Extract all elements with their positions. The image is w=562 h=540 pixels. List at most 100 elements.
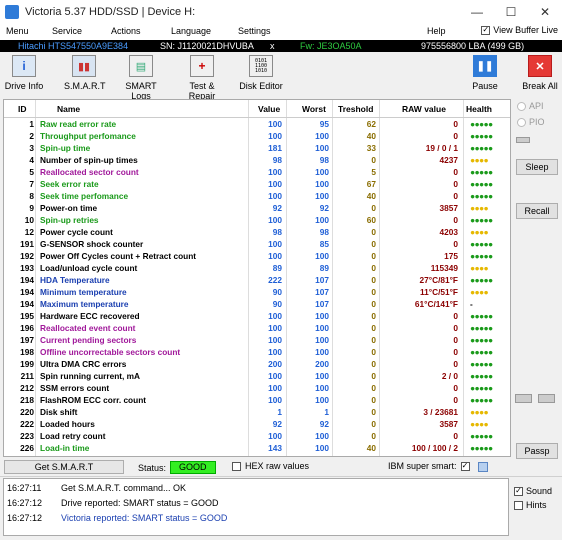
- attr-raw-value: 3857: [439, 203, 458, 213]
- attr-value: 89: [272, 263, 282, 273]
- close-icon[interactable]: ✕: [528, 0, 562, 24]
- hex-raw-toggle[interactable]: HEX raw values: [232, 461, 309, 471]
- table-row[interactable]: 212 SSM errors count 100 100 0 0 ●●●●●: [4, 382, 510, 394]
- table-row[interactable]: 194 Minimum temperature 90 107 0 11°C/51°F ●●●…: [4, 286, 510, 298]
- sleep-button[interactable]: Sleep: [516, 159, 558, 175]
- pause-label: Pause: [472, 81, 498, 91]
- attr-name: Raw read error rate: [40, 119, 117, 129]
- attr-id: 5: [29, 167, 34, 177]
- get-smart-button[interactable]: Get S.M.A.R.T: [4, 460, 124, 474]
- table-body: 1 Raw read error rate 100 95 62 0 ●●●●● 2 Throug…: [4, 118, 510, 454]
- checkbox-icon[interactable]: ✓: [514, 486, 523, 496]
- table-row[interactable]: 195 Hardware ECC recovered 100 100 0 0 ●●●●●: [4, 310, 510, 322]
- attr-id: 7: [29, 179, 34, 189]
- table-row[interactable]: 5 Reallocated sector count 100 100 5 0 ●●●●●: [4, 166, 510, 178]
- table-row[interactable]: 193 Load/unload cycle count 89 89 0 115349 ●●●…: [4, 262, 510, 274]
- attr-raw-value: 4237: [439, 155, 458, 165]
- pause-button[interactable]: ❚❚ Pause: [470, 55, 500, 95]
- menu-item-language[interactable]: Language: [171, 26, 211, 36]
- api-radio[interactable]: API: [517, 101, 544, 111]
- table-row[interactable]: 198 Offline uncorrectable sectors count 10…: [4, 346, 510, 358]
- header-raw[interactable]: RAW value: [402, 104, 446, 114]
- attr-id: 218: [20, 395, 34, 405]
- table-row[interactable]: 196 Reallocated event count 100 100 0 0 ●●●●●: [4, 322, 510, 334]
- table-row[interactable]: 9 Power-on time 92 92 0 3857 ●●●●: [4, 202, 510, 214]
- drive-info-button[interactable]: i Drive Info: [2, 55, 46, 95]
- smart-logs-button[interactable]: ▤ SMART Logs: [115, 55, 167, 101]
- table-row[interactable]: 10 Spin-up retries 100 100 60 0 ●●●●●: [4, 214, 510, 226]
- table-row[interactable]: 218 FlashROM ECC corr. count 100 100 0 0 ●●●●●: [4, 394, 510, 406]
- table-row[interactable]: 194 HDA Temperature 222 107 0 27°C/81°F ●●●●●: [4, 274, 510, 286]
- table-row[interactable]: 8 Seek time perfomance 100 100 40 0 ●●●●●: [4, 190, 510, 202]
- table-row[interactable]: 12 Power cycle count 98 98 0 4203 ●●●●: [4, 226, 510, 238]
- header-health[interactable]: Health: [466, 104, 492, 114]
- table-row[interactable]: 3 Spin-up time 181 100 33 19 / 0 / 1 ●●●●●: [4, 142, 510, 154]
- radio-icon[interactable]: [517, 117, 526, 127]
- header-id[interactable]: ID: [18, 104, 27, 114]
- pio-label: PIO: [529, 117, 545, 127]
- test-repair-button[interactable]: + Test & Repair: [175, 55, 229, 101]
- attr-id: 8: [29, 191, 34, 201]
- log-panel[interactable]: 16:27:11 Get S.M.A.R.T. command... OK 16…: [3, 478, 509, 536]
- header-name[interactable]: Name: [57, 104, 80, 114]
- menu-item-actions[interactable]: Actions: [111, 26, 141, 36]
- pio-radio[interactable]: PIO: [517, 117, 545, 127]
- disk-editor-button[interactable]: 0101 1100 1010 Disk Editor: [238, 55, 284, 95]
- header-threshold[interactable]: Treshold: [338, 104, 373, 114]
- table-row[interactable]: 220 Disk shift 1 1 0 3 / 23681 ●●●●: [4, 406, 510, 418]
- checkbox-icon[interactable]: ✓: [460, 461, 470, 471]
- header-value[interactable]: Value: [258, 104, 280, 114]
- table-row[interactable]: 191 G-SENSOR shock counter 100 85 0 0 ●●●●●: [4, 238, 510, 250]
- minimize-icon[interactable]: —: [460, 0, 494, 24]
- color-swatch-icon[interactable]: [478, 462, 488, 472]
- log-message: Victoria reported: SMART status = GOOD: [61, 513, 228, 523]
- options-panel: ✓ Sound Hints: [514, 484, 552, 512]
- table-row[interactable]: 192 Power Off Cycles count + Retract coun…: [4, 250, 510, 262]
- view-buffer-live-toggle[interactable]: ✓ View Buffer Live: [481, 25, 558, 35]
- passp-button[interactable]: Passp: [516, 443, 558, 459]
- table-row[interactable]: 194 Maximum temperature 90 107 0 61°C/141°F -: [4, 298, 510, 310]
- device-capacity: 975556800 LBA (499 GB): [421, 41, 525, 51]
- attr-threshold: 0: [371, 431, 376, 441]
- device-close-button[interactable]: x: [270, 40, 275, 52]
- table-row[interactable]: 222 Loaded hours 92 92 0 3587 ●●●●: [4, 418, 510, 430]
- break-all-button[interactable]: ✕ Break All: [520, 55, 560, 95]
- table-row[interactable]: 1 Raw read error rate 100 95 62 0 ●●●●●: [4, 118, 510, 130]
- table-row[interactable]: 4 Number of spin-up times 98 98 0 4237 ●●●●: [4, 154, 510, 166]
- attr-health: ●●●●: [470, 203, 489, 213]
- menu-item-help[interactable]: Help: [427, 26, 446, 36]
- table-row[interactable]: 7 Seek error rate 100 100 67 0 ●●●●●: [4, 178, 510, 190]
- attr-value: 181: [268, 143, 282, 153]
- menu-item-settings[interactable]: Settings: [238, 26, 271, 36]
- small-button-right[interactable]: [538, 394, 555, 403]
- checkbox-icon[interactable]: [514, 500, 523, 510]
- hints-toggle[interactable]: Hints: [514, 498, 552, 512]
- table-row[interactable]: 199 Ultra DMA CRC errors 200 200 0 0 ●●●●●: [4, 358, 510, 370]
- attr-raw-value: 11°C/51°F: [419, 287, 458, 297]
- attr-id: 2: [29, 131, 34, 141]
- checkbox-icon[interactable]: ✓: [481, 25, 491, 35]
- maximize-icon[interactable]: ☐: [494, 0, 528, 24]
- table-row[interactable]: 226 Load-in time 143 100 40 100 / 100 / 2 ●●●●…: [4, 442, 510, 454]
- attr-threshold: 67: [366, 179, 376, 189]
- attr-id: 212: [20, 383, 34, 393]
- recall-button[interactable]: Recall: [516, 203, 558, 219]
- attr-threshold: 0: [371, 359, 376, 369]
- table-row[interactable]: 223 Load retry count 100 100 0 0 ●●●●●: [4, 430, 510, 442]
- header-worst[interactable]: Worst: [302, 104, 326, 114]
- menu-item-service[interactable]: Service: [52, 26, 82, 36]
- smart-button[interactable]: ▮▮ S.M.A.R.T: [64, 55, 106, 95]
- ibm-super-smart-toggle[interactable]: IBM super smart: ✓: [388, 461, 470, 471]
- checkbox-icon[interactable]: [232, 461, 241, 471]
- table-row[interactable]: 2 Throughput perfomance 100 100 40 0 ●●●●●: [4, 130, 510, 142]
- small-button-left[interactable]: [515, 394, 532, 403]
- radio-icon[interactable]: [517, 101, 526, 111]
- menu-item-menu[interactable]: Menu: [6, 26, 29, 36]
- sound-toggle[interactable]: ✓ Sound: [514, 484, 552, 498]
- table-row[interactable]: 211 Spin running current, mA 100 100 0 2 / 0 ●…: [4, 370, 510, 382]
- attr-id: 12: [24, 227, 34, 237]
- table-row[interactable]: 197 Current pending sectors 100 100 0 0 ●●●●●: [4, 334, 510, 346]
- attr-raw-value: 0: [453, 359, 458, 369]
- smart-table[interactable]: ID Name Value Worst Treshold RAW value H…: [3, 99, 511, 457]
- attr-threshold: 0: [371, 227, 376, 237]
